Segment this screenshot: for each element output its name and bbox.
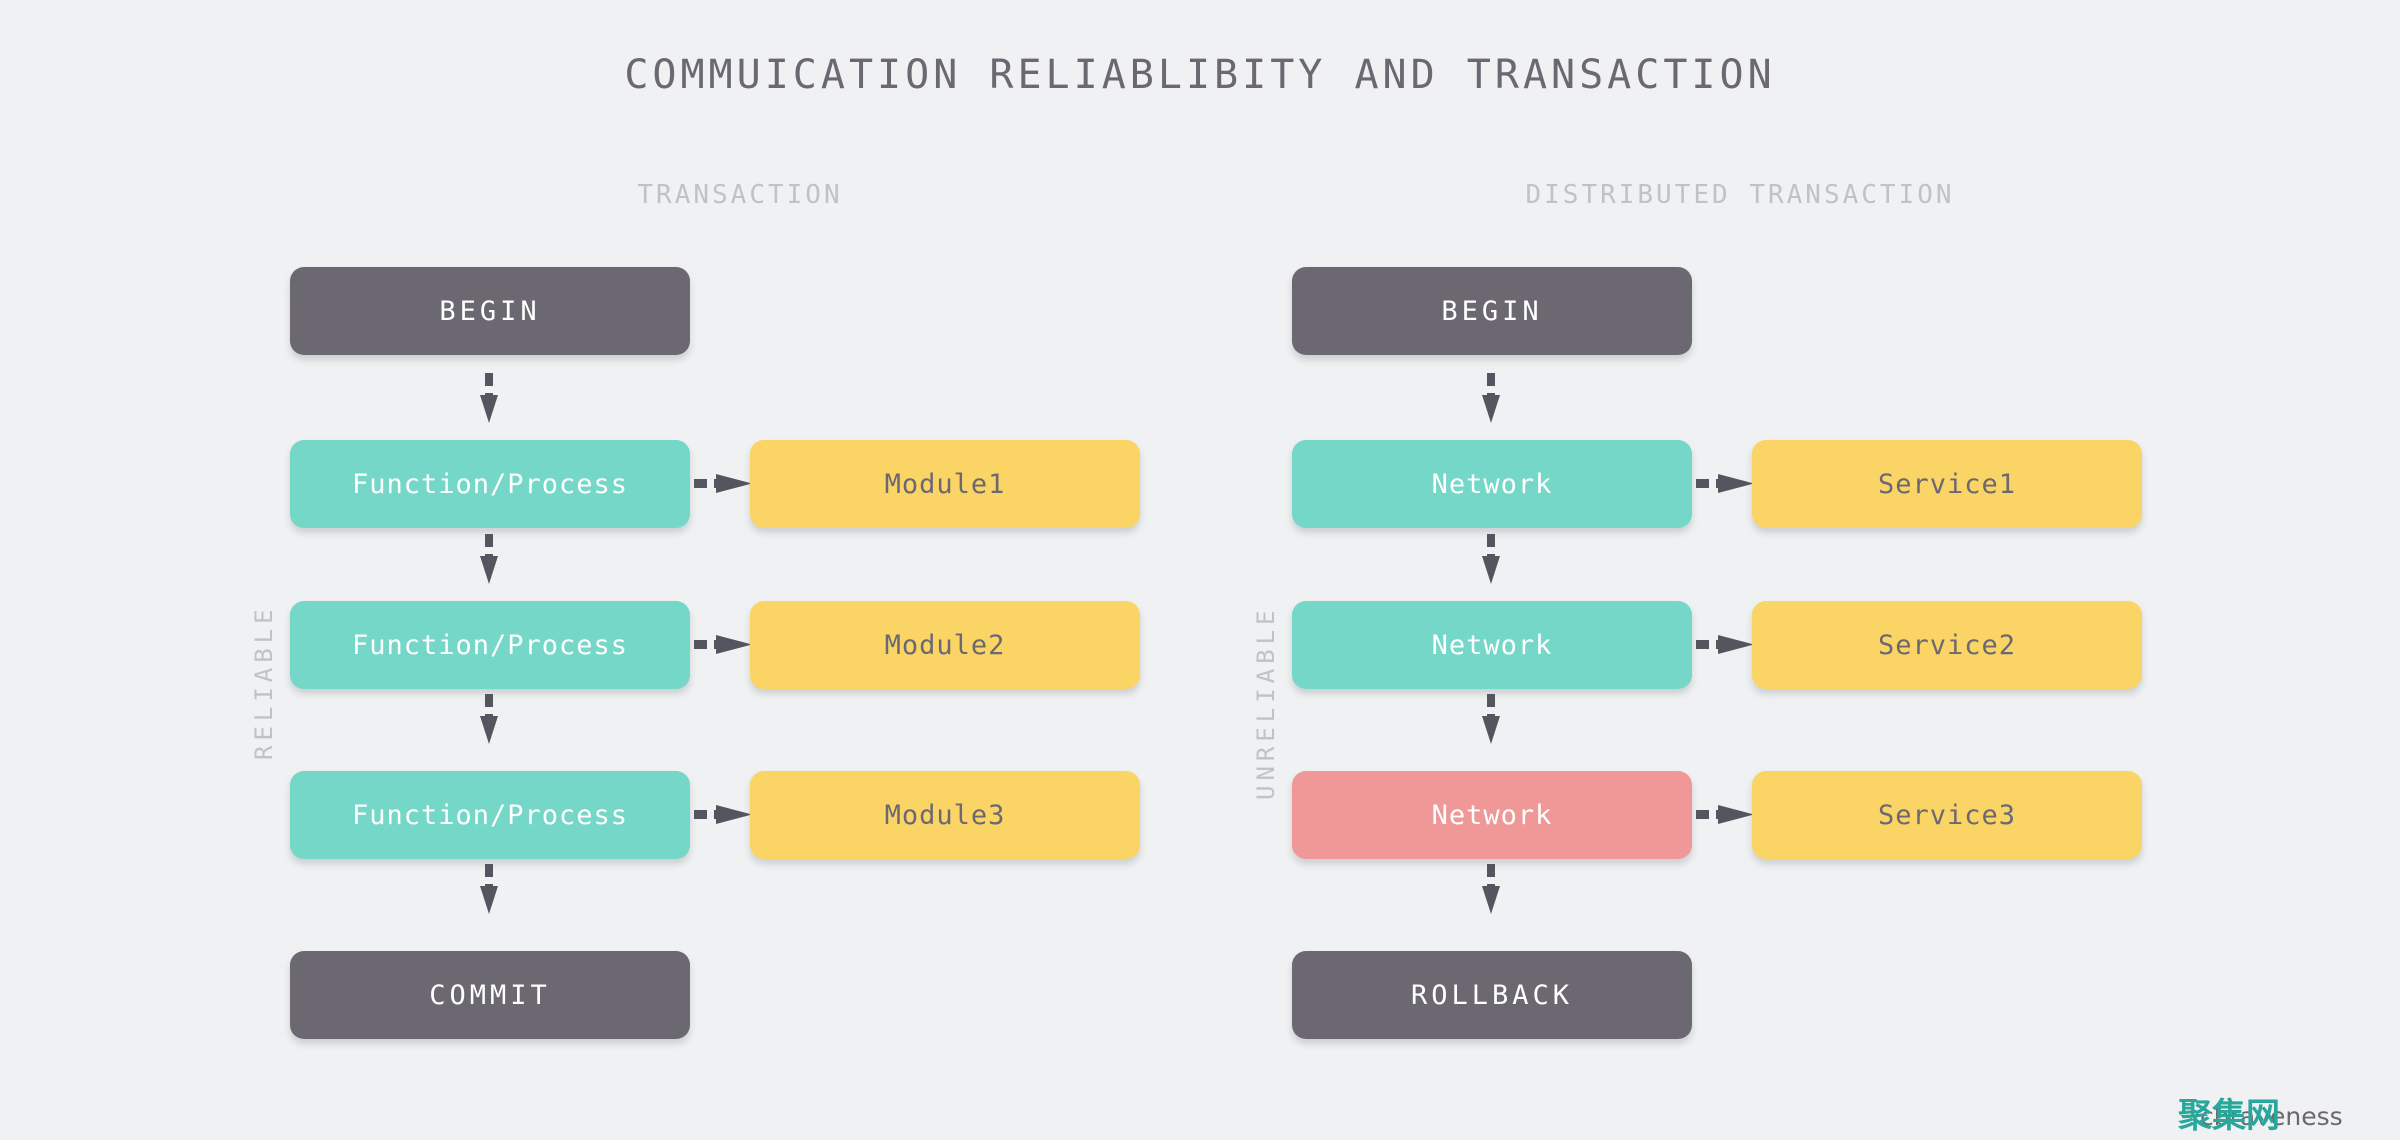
arrow-right-right-3 bbox=[1696, 803, 1758, 827]
node-label: Function/Process bbox=[351, 629, 629, 661]
arrow-right-left-3 bbox=[694, 803, 756, 827]
watermark-cjk-text: 聚集网 bbox=[2178, 1096, 2280, 1136]
node-right-flow-2[interactable]: Network bbox=[1292, 601, 1692, 689]
node-right-rollback[interactable]: ROLLBACK bbox=[1292, 951, 1692, 1039]
arrow-right-left-2 bbox=[694, 633, 756, 657]
node-right-begin[interactable]: BEGIN bbox=[1292, 267, 1692, 355]
node-label: COMMIT bbox=[429, 979, 551, 1011]
node-right-side-2[interactable]: Service2 bbox=[1752, 601, 2142, 689]
node-right-side-3[interactable]: Service3 bbox=[1752, 771, 2142, 859]
arrow-down-left-3 bbox=[478, 694, 500, 748]
node-label: Network bbox=[1431, 468, 1553, 500]
node-left-commit[interactable]: COMMIT bbox=[290, 951, 690, 1039]
node-left-begin[interactable]: BEGIN bbox=[290, 267, 690, 355]
node-label: BEGIN bbox=[439, 295, 541, 327]
node-left-side-2[interactable]: Module2 bbox=[750, 601, 1140, 689]
arrow-right-right-2 bbox=[1696, 633, 1758, 657]
arrow-down-left-2 bbox=[478, 534, 500, 588]
node-label: Function/Process bbox=[351, 468, 629, 500]
node-left-side-1[interactable]: Module1 bbox=[750, 440, 1140, 528]
node-right-flow-1[interactable]: Network bbox=[1292, 440, 1692, 528]
node-left-flow-1[interactable]: Function/Process bbox=[290, 440, 690, 528]
watermark: cbraveness 聚集网 bbox=[2128, 1088, 2400, 1136]
node-label: Module2 bbox=[884, 629, 1006, 661]
node-label: Service1 bbox=[1877, 468, 2017, 500]
arrow-down-right-3 bbox=[1480, 694, 1502, 748]
column-header-distributed-transaction: DISTRIBUTED TRANSACTION bbox=[1525, 180, 1955, 210]
node-label: BEGIN bbox=[1441, 295, 1543, 327]
node-label: ROLLBACK bbox=[1410, 979, 1574, 1011]
arrow-right-left-1 bbox=[694, 472, 756, 496]
arrow-down-right-1 bbox=[1480, 373, 1502, 427]
node-label: Function/Process bbox=[351, 799, 629, 831]
node-right-flow-3-failed[interactable]: Network bbox=[1292, 771, 1692, 859]
arrow-down-right-2 bbox=[1480, 534, 1502, 588]
node-label: Network bbox=[1431, 799, 1553, 831]
node-left-flow-2[interactable]: Function/Process bbox=[290, 601, 690, 689]
arrow-down-right-4 bbox=[1480, 864, 1502, 918]
node-label: Module3 bbox=[884, 799, 1006, 831]
column-header-transaction: TRANSACTION bbox=[637, 180, 843, 210]
arrow-right-right-1 bbox=[1696, 472, 1758, 496]
side-label-unreliable: UNRELIABLE bbox=[1252, 605, 1280, 801]
node-left-flow-3[interactable]: Function/Process bbox=[290, 771, 690, 859]
node-label: Module1 bbox=[884, 468, 1006, 500]
side-label-reliable: RELIABLE bbox=[250, 604, 278, 760]
node-label: Service3 bbox=[1877, 799, 2017, 831]
arrow-down-left-4 bbox=[478, 864, 500, 918]
page-title: COMMUICATION RELIABLIBITY AND TRANSACTIO… bbox=[624, 52, 1776, 98]
arrow-down-left-1 bbox=[478, 373, 500, 427]
node-label: Network bbox=[1431, 629, 1553, 661]
node-label: Service2 bbox=[1877, 629, 2017, 661]
node-left-side-3[interactable]: Module3 bbox=[750, 771, 1140, 859]
node-right-side-1[interactable]: Service1 bbox=[1752, 440, 2142, 528]
